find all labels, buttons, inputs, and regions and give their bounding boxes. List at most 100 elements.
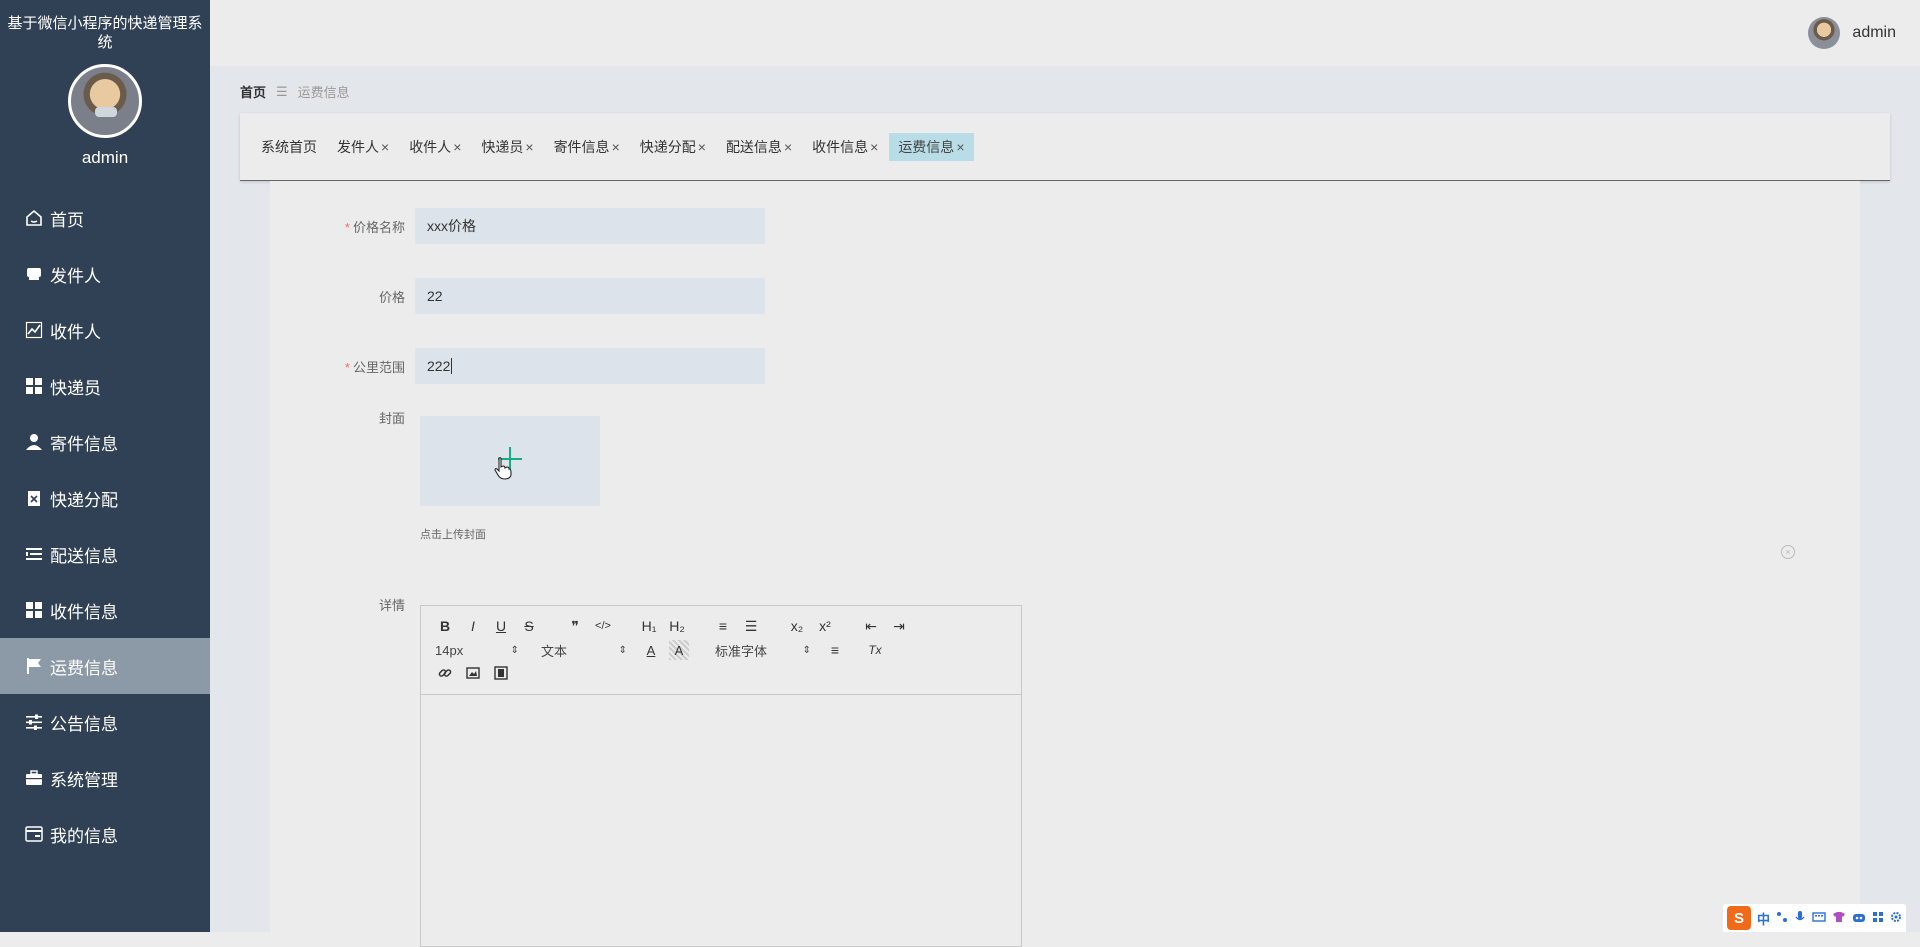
tag-send-info[interactable]: 寄件信息 × [545, 133, 629, 161]
close-icon[interactable]: × [956, 139, 964, 155]
sidebar-item-label: 运费信息 [50, 658, 118, 678]
subscript-button[interactable]: x₂ [787, 616, 807, 636]
sidebar-menu: 首页 发件人 收件人 快递员 寄件信息 快递分配 配送信息 收件信息 运费信息 … [0, 190, 210, 862]
cover-upload[interactable] [420, 416, 600, 506]
font-size-select[interactable]: 14px ⇕ [435, 643, 519, 658]
close-icon[interactable]: × [525, 139, 533, 155]
required-mark: * [344, 219, 350, 235]
sidebar-item-label: 快递分配 [50, 490, 118, 510]
close-icon[interactable]: × [870, 139, 878, 155]
breadcrumb-current: 运费信息 [297, 85, 350, 100]
tag-home[interactable]: 系统首页 [252, 133, 326, 161]
microphone-icon[interactable] [1794, 910, 1806, 927]
sidebar-item-home[interactable]: 首页 [0, 190, 210, 246]
strike-button[interactable]: S [519, 616, 539, 636]
ordered-list-button[interactable]: ≡ [713, 616, 733, 636]
tag-dispatch[interactable]: 快递分配 × [631, 133, 715, 161]
editor-toolbar: B I U S ❞ </> H₁ H₂ ≡ ☰ x₂ x² ⇤ ⇥ 14px ⇕ [421, 606, 1021, 695]
sidebar-username: admin [81, 148, 129, 167]
tag-freight[interactable]: 运费信息 × [889, 132, 974, 161]
sidebar-item-send-info[interactable]: 寄件信息 [0, 414, 210, 470]
toolbar-row-3 [435, 664, 519, 684]
avatar[interactable] [1808, 17, 1841, 49]
apps-icon[interactable] [1872, 911, 1884, 926]
robot-icon[interactable] [1852, 911, 1866, 926]
breadcrumb-separator-icon: ☰ [276, 83, 288, 99]
font-family-select[interactable]: 标准字体 ⇕ [715, 641, 811, 660]
cover-label: 封面 [378, 411, 405, 426]
bold-button[interactable]: B [435, 616, 455, 636]
ime-mode[interactable]: 中 [1757, 909, 1770, 928]
toolbar-row-1: B I U S ❞ </> H₁ H₂ ≡ ☰ x₂ x² ⇤ ⇥ [435, 616, 917, 636]
indent-button[interactable]: ⇥ [889, 616, 909, 636]
tag-delivery[interactable]: 配送信息 × [717, 133, 801, 161]
video-icon [494, 665, 508, 683]
sidebar-item-label: 寄件信息 [50, 434, 118, 454]
bullet-list-button[interactable]: ☰ [741, 616, 761, 636]
main-content: 首页 ☰ 运费信息 系统首页 发件人 × 收件人 × 快递员 × 寄件信息 × 快递分配… [210, 66, 1920, 947]
underline-button[interactable]: U [491, 616, 511, 636]
align-button[interactable]: ≡ [825, 640, 845, 660]
header-user-menu[interactable]: admin [1808, 17, 1896, 49]
sidebar-item-label: 发件人 [50, 266, 101, 286]
tag-label: 快递员 [481, 138, 524, 155]
km-range-input[interactable]: 222 [415, 348, 765, 384]
superscript-button[interactable]: x² [815, 616, 835, 636]
background-color-button[interactable]: A [669, 640, 689, 660]
settings-icon[interactable] [1890, 911, 1902, 926]
required-mark: * [344, 359, 350, 375]
system-title: 基于微信小程序的快递管理系统 [7, 15, 203, 51]
sidebar-item-system[interactable]: 系统管理 [0, 750, 210, 806]
list-icon [24, 544, 44, 564]
sidebar-item-freight[interactable]: 运费信息 [0, 638, 210, 694]
image-button[interactable] [463, 664, 483, 684]
form-row-price-name: * 价格名称 xxx价格 [270, 208, 765, 244]
tag-receive-info[interactable]: 收件信息 × [803, 133, 887, 161]
tags-view: 系统首页 发件人 × 收件人 × 快递员 × 寄件信息 × 快递分配 × 配送信息 × 收件… [240, 113, 1890, 181]
sidebar-item-receiver[interactable]: 收件人 [0, 302, 210, 358]
skin-icon[interactable] [1832, 911, 1846, 926]
sender-icon [24, 264, 44, 284]
close-icon[interactable]: × [784, 139, 792, 155]
rich-text-editor: B I U S ❞ </> H₁ H₂ ≡ ☰ x₂ x² ⇤ ⇥ 14px ⇕ [420, 605, 1022, 947]
editor-content-area[interactable] [421, 695, 1021, 946]
sidebar-item-notice[interactable]: 公告信息 [0, 694, 210, 750]
sidebar-item-receive-info[interactable]: 收件信息 [0, 582, 210, 638]
close-icon[interactable]: × [612, 139, 620, 155]
tag-courier[interactable]: 快递员 × [472, 133, 542, 161]
blockquote-button[interactable]: ❞ [565, 616, 585, 636]
sidebar-item-sender[interactable]: 发件人 [0, 246, 210, 302]
font-size-value: 14px [435, 642, 464, 658]
sidebar-item-courier[interactable]: 快递员 [0, 358, 210, 414]
tag-sender[interactable]: 发件人 × [328, 133, 398, 161]
close-icon[interactable]: × [453, 139, 461, 155]
breadcrumb: 首页 ☰ 运费信息 [240, 82, 350, 101]
keyboard-icon[interactable] [1812, 911, 1826, 926]
sidebar-item-dispatch[interactable]: 快递分配 [0, 470, 210, 526]
price-name-input[interactable]: xxx价格 [415, 208, 765, 244]
avatar[interactable] [68, 64, 142, 138]
clear-input-icon[interactable]: × [1781, 545, 1795, 559]
sidebar-item-my-info[interactable]: 我的信息 [0, 806, 210, 862]
font-color-button[interactable]: A [641, 640, 661, 660]
price-input[interactable]: 22 [415, 278, 765, 314]
header2-button[interactable]: H₂ [667, 616, 687, 636]
header-select[interactable]: 文本 ⇕ [541, 641, 627, 660]
clean-format-button[interactable]: Tx [865, 640, 885, 660]
sogou-logo-icon[interactable]: S [1726, 906, 1751, 930]
sidebar-item-delivery[interactable]: 配送信息 [0, 526, 210, 582]
code-block-button[interactable]: </> [593, 616, 613, 636]
close-icon[interactable]: × [381, 139, 389, 155]
header1-button[interactable]: H₁ [639, 616, 659, 636]
tag-receiver[interactable]: 收件人 × [400, 133, 470, 161]
video-button[interactable] [491, 664, 511, 684]
grid-icon [24, 600, 44, 620]
italic-button[interactable]: I [463, 616, 483, 636]
briefcase-icon [24, 768, 44, 788]
link-button[interactable] [435, 664, 455, 684]
punctuation-icon[interactable] [1776, 911, 1788, 926]
breadcrumb-home[interactable]: 首页 [240, 82, 266, 101]
sidebar-item-label: 我的信息 [50, 826, 118, 846]
close-icon[interactable]: × [698, 139, 706, 155]
outdent-button[interactable]: ⇤ [861, 616, 881, 636]
